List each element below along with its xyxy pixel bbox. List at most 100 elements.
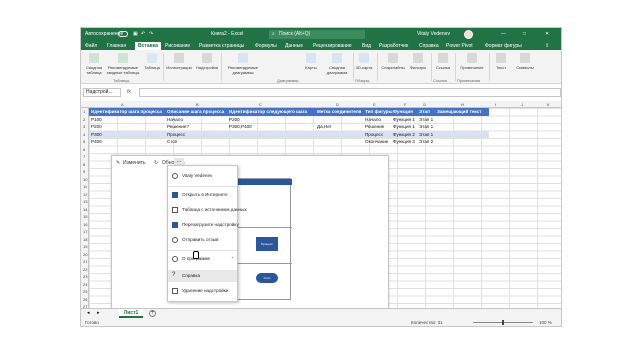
next-sheet-icon[interactable]: ▸ xyxy=(97,310,100,316)
menu-data-source-table[interactable]: Таблица с источником данных xyxy=(168,204,247,216)
pivot-table-button[interactable]: Сводная таблица xyxy=(83,53,105,75)
3d-map-button[interactable]: 3D-карта xyxy=(355,53,373,70)
table-header-cell[interactable]: Замещающий текст xyxy=(437,109,481,114)
menu-reload-addin[interactable]: Перезагрузите надстройку xyxy=(168,219,239,231)
tab-power-pivot[interactable]: Power Pivot xyxy=(446,42,473,50)
column-header[interactable]: B xyxy=(196,102,199,107)
column-header[interactable]: A xyxy=(121,102,124,107)
column-header[interactable]: H xyxy=(461,102,464,107)
comment-button[interactable]: Примечание xyxy=(457,53,487,70)
table-cell[interactable]: Процесс xyxy=(365,132,383,137)
table-header-cell[interactable]: Идентификатор шага процесса xyxy=(91,109,162,114)
maps-button[interactable]: Карты xyxy=(301,53,321,70)
menu-help[interactable]: ? Справка xyxy=(168,270,237,282)
tab-data[interactable]: Данные xyxy=(285,42,303,50)
table-header-cell[interactable]: Функция xyxy=(393,109,413,114)
tab-review[interactable]: Рецензирование xyxy=(313,42,352,50)
save-icon[interactable]: ▣ xyxy=(133,31,138,37)
table-cell[interactable]: Этап 1 xyxy=(419,124,433,129)
row-header[interactable]: 14 xyxy=(83,207,87,212)
maximize-icon[interactable]: □ xyxy=(523,31,526,37)
recommended-charts-button[interactable]: Рекомендуемые диаграммы xyxy=(223,53,263,75)
table-cell[interactable]: Процесс xyxy=(167,132,185,137)
tab-formulas[interactable]: Формулы xyxy=(255,42,277,50)
avatar[interactable] xyxy=(464,30,473,39)
add-sheet-button[interactable]: + xyxy=(149,310,156,317)
table-header-cell[interactable]: Тип фигуры xyxy=(365,109,393,114)
row-header[interactable]: 26 xyxy=(83,297,87,302)
share-icon[interactable]: ⇪ xyxy=(545,42,549,50)
filters-button[interactable]: Фильтры xyxy=(407,53,429,70)
row-header[interactable]: 22 xyxy=(83,267,87,272)
undo-icon[interactable]: ↶ xyxy=(141,31,145,37)
zoom-level[interactable]: 100 % xyxy=(539,320,552,325)
table-header-cell[interactable]: Этап xyxy=(419,109,430,114)
row-header[interactable]: 7 xyxy=(83,154,85,159)
table-cell[interactable]: Начало xyxy=(365,117,381,122)
column-header[interactable]: D xyxy=(336,102,339,107)
illustrations-button[interactable]: Иллюстрации xyxy=(165,53,193,70)
tab-insert[interactable]: Вставка xyxy=(135,42,161,50)
table-cell[interactable]: Решение? xyxy=(167,124,189,129)
search-input[interactable]: Поиск (Alt+Q) xyxy=(269,30,365,39)
edit-button[interactable]: Изменить xyxy=(123,160,146,166)
row-header[interactable]: 20 xyxy=(83,252,87,257)
table-cell[interactable]: P300 xyxy=(91,132,102,137)
edit-icon[interactable]: ✎ xyxy=(116,160,120,166)
stop-shape[interactable]: Стоп xyxy=(256,273,278,283)
table-cell[interactable]: Стоп xyxy=(167,139,177,144)
row-header[interactable]: 19 xyxy=(83,244,87,249)
table-cell[interactable]: Начало xyxy=(167,117,183,122)
redo-icon[interactable]: ↷ xyxy=(149,31,153,37)
table-cell[interactable]: Да,Нет xyxy=(317,124,332,129)
row-header[interactable]: 21 xyxy=(83,259,87,264)
tab-file[interactable]: Файл xyxy=(85,42,97,50)
table-header-cell[interactable]: Идентификатор следующего шага xyxy=(229,109,307,114)
table-cell[interactable]: P100 xyxy=(91,117,102,122)
table-cell[interactable]: Функция 1 xyxy=(393,124,415,129)
row-header[interactable]: 24 xyxy=(83,282,87,287)
process-shape[interactable]: Процесс xyxy=(256,237,278,251)
close-icon[interactable]: ✕ xyxy=(545,31,549,37)
pivot-chart-button[interactable]: Сводная диаграмма xyxy=(323,53,351,75)
table-cell[interactable]: P300,P400 xyxy=(229,124,252,129)
addins-button[interactable]: Надстройки xyxy=(195,53,219,70)
row-header[interactable]: 9 xyxy=(83,169,85,174)
autosave-toggle[interactable] xyxy=(118,31,128,37)
tab-shape-format[interactable]: Формат фигуры xyxy=(485,42,522,50)
formula-input[interactable] xyxy=(139,88,561,97)
table-cell[interactable]: Этап 2 xyxy=(419,139,433,144)
menu-open-online[interactable]: Открыть в Интернете xyxy=(168,189,237,201)
column-header[interactable]: G xyxy=(423,102,426,107)
symbols-button[interactable]: Символы xyxy=(513,53,537,70)
row-header[interactable]: 23 xyxy=(83,274,87,279)
row-header[interactable]: 15 xyxy=(83,214,87,219)
row-header[interactable]: 11 xyxy=(83,184,87,189)
table-cell[interactable]: Решение xyxy=(365,124,384,129)
table-cell[interactable]: Функция 3 xyxy=(393,139,415,144)
row-header[interactable]: 2 xyxy=(83,117,85,122)
tab-page-layout[interactable]: Разметка страницы xyxy=(199,42,244,50)
row-header[interactable]: 10 xyxy=(83,177,87,182)
table-cell[interactable]: Функция 2 xyxy=(393,132,415,137)
menu-send-feedback[interactable]: Отправить отзыв xyxy=(168,234,237,246)
table-cell[interactable]: P200 xyxy=(229,117,240,122)
row-header[interactable]: 16 xyxy=(83,222,87,227)
minimize-icon[interactable]: — xyxy=(501,31,506,37)
zoom-slider-thumb[interactable] xyxy=(502,320,504,325)
column-header[interactable]: I xyxy=(495,102,496,107)
text-button[interactable]: Текст xyxy=(491,53,511,70)
table-cell[interactable]: P400 xyxy=(91,139,102,144)
row-header[interactable]: 4 xyxy=(83,132,85,137)
table-button[interactable]: Таблица xyxy=(143,53,161,70)
sheet-tab-active[interactable]: Лист1 xyxy=(119,309,143,318)
column-header[interactable]: K xyxy=(547,102,550,107)
row-header[interactable]: 5 xyxy=(83,139,85,144)
table-header-cell[interactable]: Описание шага процесса xyxy=(167,109,224,114)
column-header[interactable]: E xyxy=(373,102,376,107)
name-box[interactable]: Надстрой... xyxy=(83,88,121,97)
row-header[interactable]: 1 xyxy=(83,109,85,114)
link-button[interactable]: Ссылка xyxy=(433,53,453,70)
row-header[interactable]: 3 xyxy=(83,124,85,129)
tab-view[interactable]: Вид xyxy=(362,42,371,50)
